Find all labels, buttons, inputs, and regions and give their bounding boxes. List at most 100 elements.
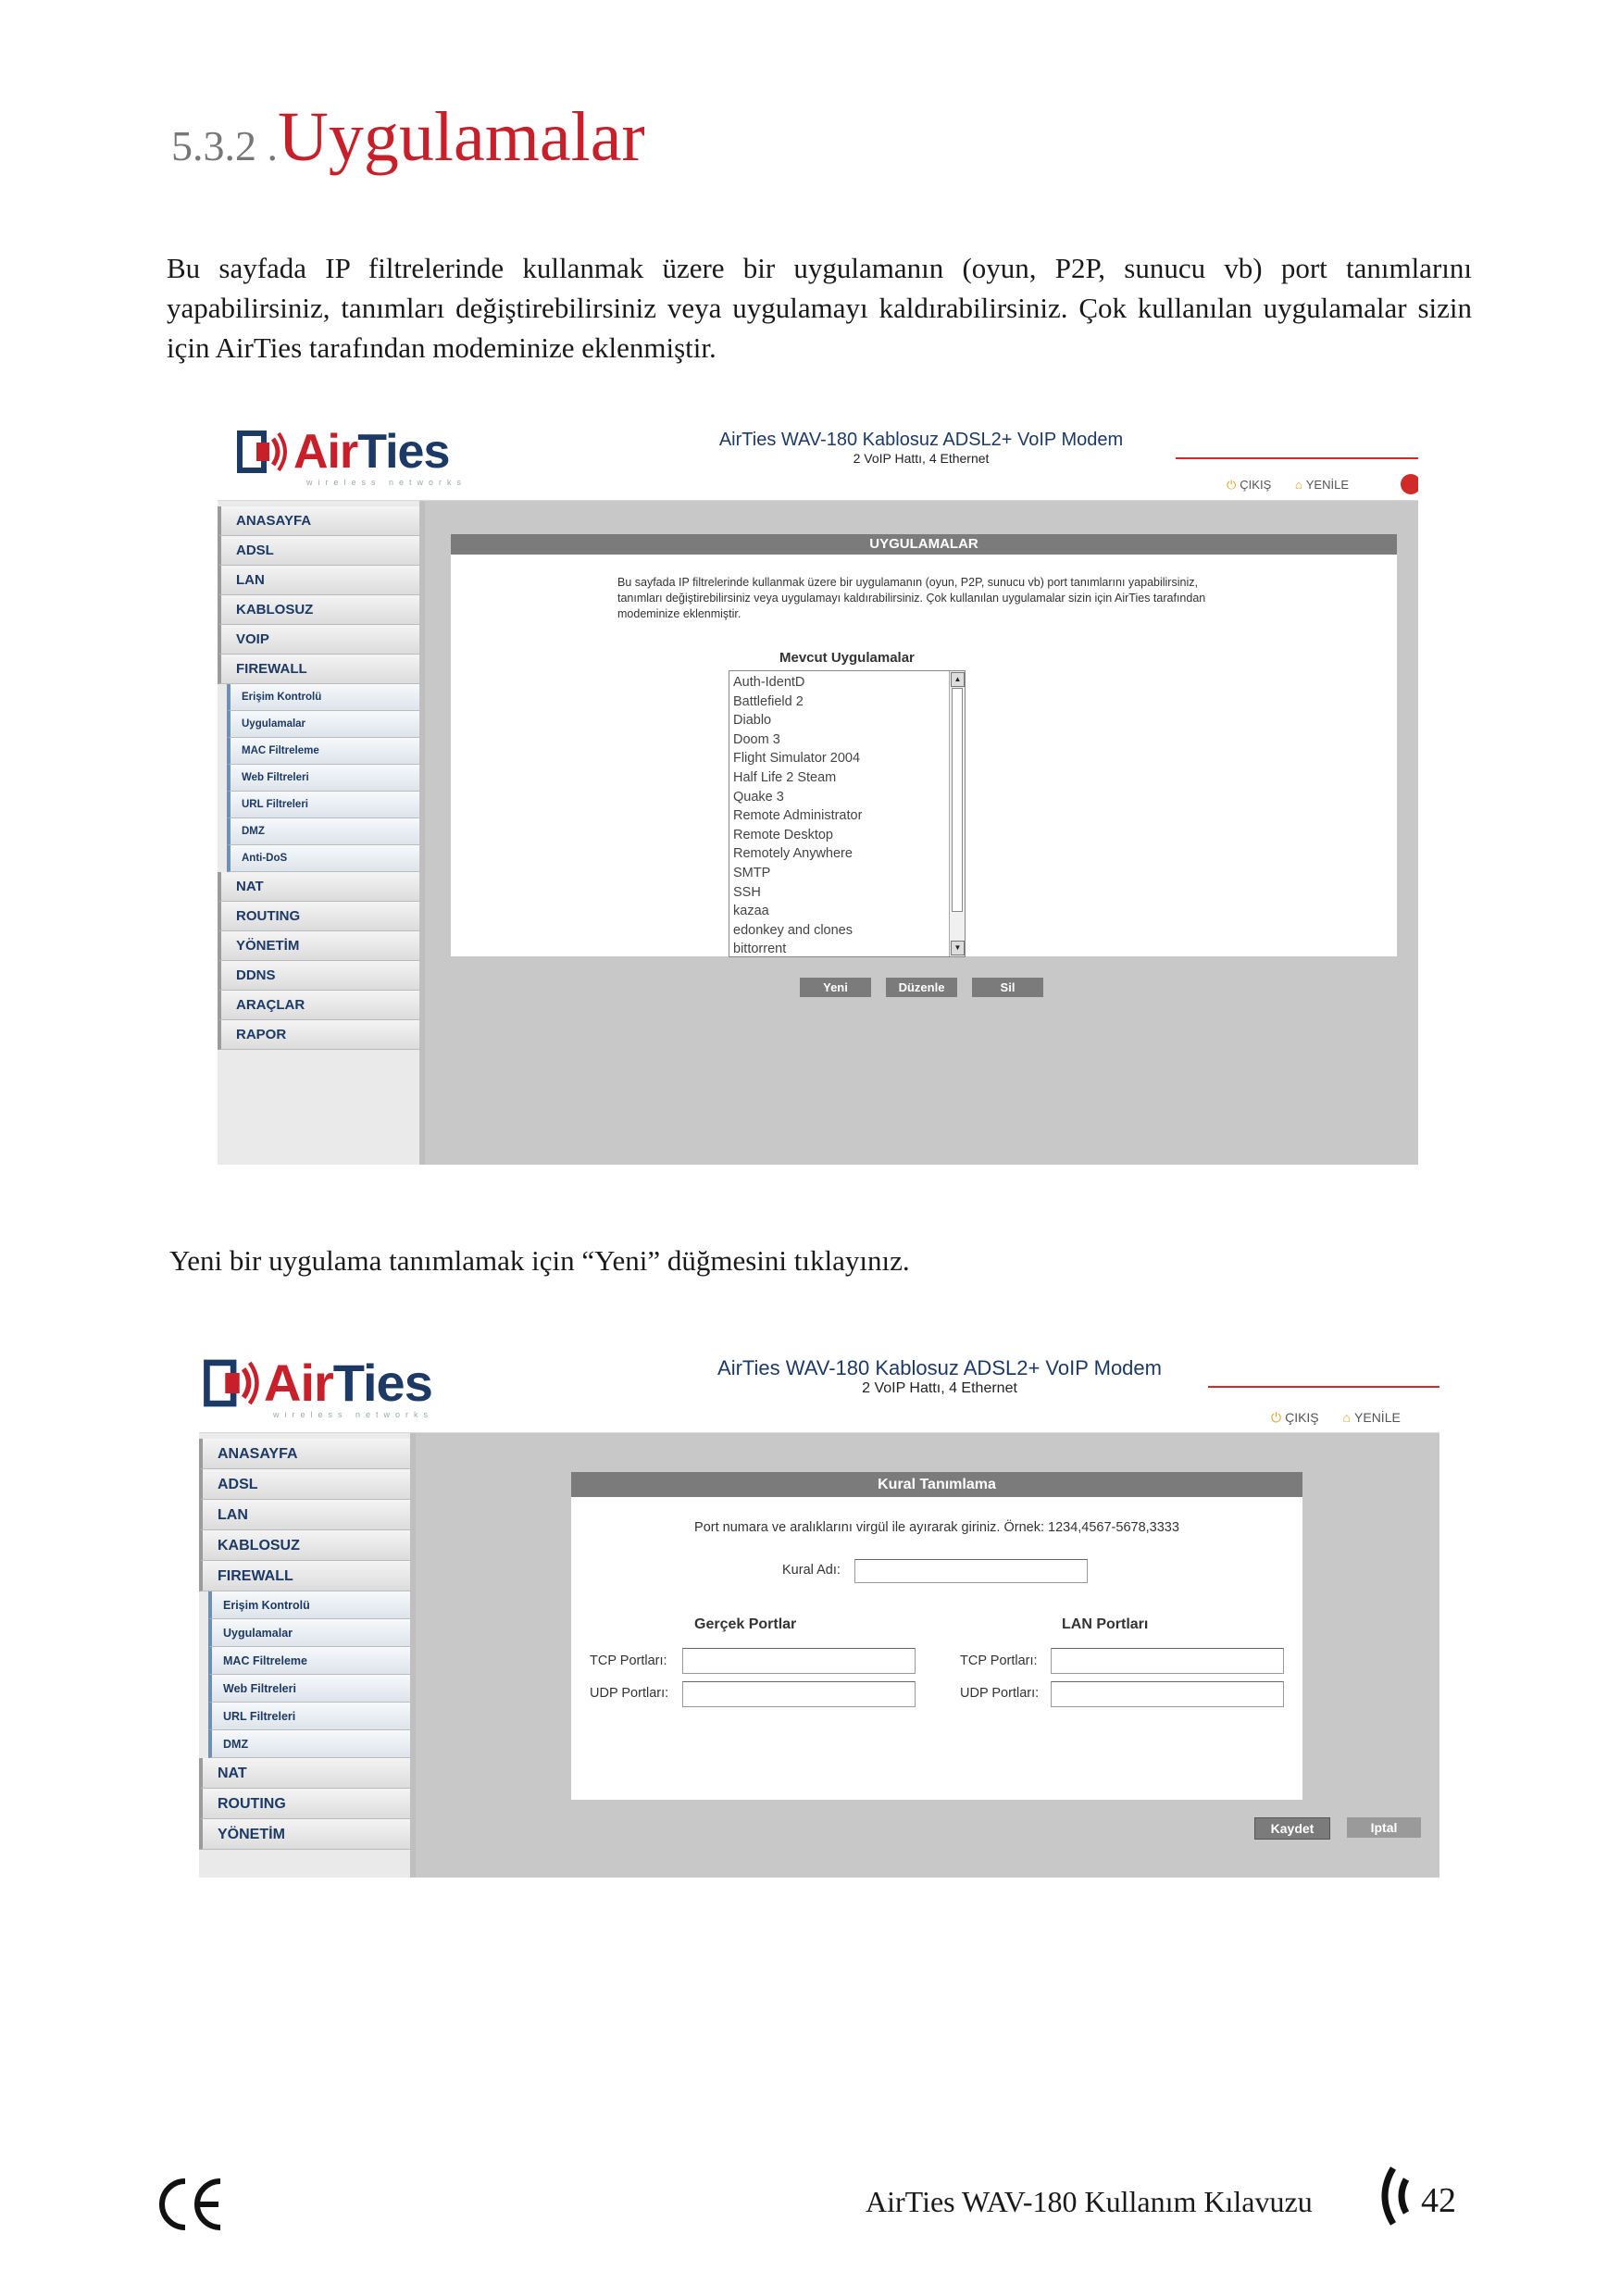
sidebar-item-ddns[interactable]: DDNS	[218, 961, 419, 991]
logo-tagline: wireless networks	[306, 478, 467, 487]
section-heading: 5.3.2 .Uygulamalar	[171, 97, 645, 178]
list-item[interactable]: SMTP	[733, 864, 961, 883]
wave-icon	[1381, 2166, 1410, 2226]
real-tcp-input[interactable]	[682, 1648, 916, 1674]
footer-title: AirTies WAV-180 Kullanım Kılavuzu	[866, 2185, 1313, 2218]
airties-logo: AirTies	[203, 1353, 433, 1413]
list-item[interactable]: Remote Administrator	[733, 806, 961, 826]
sidebar-item-web-filtreleri[interactable]: Web Filtreleri	[208, 1675, 410, 1703]
footer-logo	[1375, 2165, 1414, 2232]
real-ports-title: Gerçek Portlar	[694, 1616, 797, 1632]
lan-udp-label: UDP Portları:	[960, 1686, 1040, 1701]
header-links: ⏻ ÇIKIŞ ⌂ YENİLE	[1227, 478, 1349, 493]
list-item[interactable]: SSH	[733, 883, 961, 903]
sidebar-item-url-filtreleri[interactable]: URL Filtreleri	[227, 792, 419, 818]
sidebar-item-uygulamalar[interactable]: Uygulamalar	[208, 1619, 410, 1647]
lan-udp-input[interactable]	[1051, 1681, 1284, 1707]
list-item[interactable]: Remotely Anywhere	[733, 844, 961, 864]
list-item[interactable]: Quake 3	[733, 788, 961, 807]
airties-logo-icon	[237, 430, 287, 473]
logo-ties: Ties	[332, 1354, 433, 1412]
sidebar-item-routing[interactable]: ROUTING	[199, 1789, 410, 1819]
sidebar-item-kablosuz[interactable]: KABLOSUZ	[199, 1530, 410, 1561]
sidebar-item-voip[interactable]: VOIP	[218, 625, 419, 655]
save-button[interactable]: Kaydet	[1254, 1817, 1330, 1840]
list-item[interactable]: Auth-IdentD	[733, 673, 961, 693]
logout-icon: ⏻	[1271, 1410, 1282, 1425]
list-item[interactable]: Battlefield 2	[733, 693, 961, 712]
model-line1: AirTies WAV-180 Kablosuz ADSL2+ VoIP Mod…	[717, 1356, 1162, 1379]
logout-link[interactable]: ÇIKIŞ	[1240, 478, 1271, 492]
list-item[interactable]: edonkey and clones	[733, 921, 961, 941]
sidebar-item-adsl[interactable]: ADSL	[218, 536, 419, 566]
list-item[interactable]: Diablo	[733, 711, 961, 730]
delete-button[interactable]: Sil	[972, 978, 1043, 997]
sidebar-item-anasayfa[interactable]: ANASAYFA	[199, 1439, 410, 1469]
sidebar-item-uygulamalar[interactable]: Uygulamalar	[227, 711, 419, 738]
lan-tcp-label: TCP Portları:	[960, 1653, 1038, 1668]
list-item[interactable]: Half Life 2 Steam	[733, 768, 961, 788]
rule-name-input[interactable]	[854, 1559, 1088, 1583]
panel-title: Kural Tanımlama	[571, 1472, 1302, 1497]
model-title: AirTies WAV-180 Kablosuz ADSL2+ VoIP Mod…	[662, 430, 1180, 466]
logo-tagline: wireless networks	[273, 1410, 434, 1419]
cancel-button[interactable]: Iptal	[1347, 1817, 1421, 1838]
new-button[interactable]: Yeni	[800, 978, 871, 997]
rule-panel: Kural Tanımlama Port numara ve aralıklar…	[571, 1472, 1302, 1800]
sidebar-item-web-filtreleri[interactable]: Web Filtreleri	[227, 765, 419, 792]
sidebar-item-eri-im-kontrol-[interactable]: Erişim Kontrolü	[208, 1591, 410, 1619]
header-red-dot	[1401, 474, 1418, 494]
list-item[interactable]: kazaa	[733, 902, 961, 921]
sidebar-item-url-filtreleri[interactable]: URL Filtreleri	[208, 1703, 410, 1730]
sidebar-item-firewall[interactable]: FIREWALL	[218, 655, 419, 684]
sidebar-item-rapor[interactable]: RAPOR	[218, 1020, 419, 1050]
applications-listbox[interactable]: Auth-IdentD Battlefield 2 Diablo Doom 3 Flig…	[729, 670, 966, 957]
header: AirTies wireless networks AirTies WAV-18…	[199, 1336, 1439, 1433]
sidebar-item-adsl[interactable]: ADSL	[199, 1469, 410, 1500]
real-tcp-label: TCP Portları:	[590, 1653, 667, 1668]
screenshot-rule-definition: AirTies wireless networks AirTies WAV-18…	[199, 1336, 1439, 1878]
edit-button[interactable]: Düzenle	[886, 978, 957, 997]
real-udp-input[interactable]	[682, 1681, 916, 1707]
sidebar-item-nat[interactable]: NAT	[199, 1758, 410, 1789]
refresh-link[interactable]: YENİLE	[1354, 1410, 1401, 1425]
sidebar-item-lan[interactable]: LAN	[199, 1500, 410, 1530]
sidebar-item-mac-filtreleme[interactable]: MAC Filtreleme	[227, 738, 419, 765]
sidebar-item-eri-im-kontrol-[interactable]: Erişim Kontrolü	[227, 684, 419, 711]
sidebar: ANASAYFA ADSL LAN KABLOSUZ FIREWALL Erişim Ko…	[199, 1433, 416, 1878]
sidebar-item-kablosuz[interactable]: KABLOSUZ	[218, 595, 419, 625]
sidebar-nav: ANASAYFA ADSL LAN KABLOSUZ FIREWALL Erişim Ko…	[199, 1433, 410, 1850]
sidebar-item-nat[interactable]: NAT	[218, 872, 419, 902]
list-item[interactable]: bittorrent	[733, 940, 961, 959]
sidebar-nav: ANASAYFA ADSL LAN KABLOSUZ VOIP FIREWALL Erişi…	[218, 501, 419, 1050]
sidebar-item-y-neti-m[interactable]: YÖNETİM	[199, 1819, 410, 1850]
scroll-up-icon[interactable]: ▲	[951, 672, 965, 687]
sidebar-item-mac-filtreleme[interactable]: MAC Filtreleme	[208, 1647, 410, 1675]
scroll-thumb[interactable]	[952, 688, 963, 912]
sidebar-item-anasayfa[interactable]: ANASAYFA	[218, 506, 419, 536]
refresh-link[interactable]: YENİLE	[1306, 478, 1349, 492]
lan-ports-title: LAN Portları	[1062, 1616, 1149, 1632]
model-title: AirTies WAV-180 Kablosuz ADSL2+ VoIP Mod…	[671, 1356, 1208, 1397]
airties-logo: AirTies	[236, 424, 450, 480]
sidebar: ANASAYFA ADSL LAN KABLOSUZ VOIP FIREWALL Erişi…	[218, 501, 425, 1165]
sidebar-item-firewall[interactable]: FIREWALL	[199, 1561, 410, 1591]
lan-tcp-input[interactable]	[1051, 1648, 1284, 1674]
sidebar-item-ara-lar[interactable]: ARAÇLAR	[218, 991, 419, 1020]
sidebar-item-routing[interactable]: ROUTING	[218, 902, 419, 931]
sidebar-item-lan[interactable]: LAN	[218, 566, 419, 595]
panel-description: Port numara ve aralıklarını virgül ile a…	[694, 1520, 1179, 1535]
sidebar-item-dmz[interactable]: DMZ	[227, 818, 419, 845]
refresh-icon: ⌂	[1294, 478, 1302, 492]
sidebar-item-dmz[interactable]: DMZ	[208, 1730, 410, 1758]
ce-mark-icon	[159, 2178, 221, 2230]
sidebar-item-anti-dos[interactable]: Anti-DoS	[227, 845, 419, 872]
logout-link[interactable]: ÇIKIŞ	[1285, 1410, 1319, 1425]
list-item[interactable]: Remote Desktop	[733, 826, 961, 845]
list-item[interactable]: Flight Simulator 2004	[733, 749, 961, 768]
scroll-down-icon[interactable]: ▼	[951, 941, 965, 955]
sidebar-item-y-neti-m[interactable]: YÖNETİM	[218, 931, 419, 961]
list-item[interactable]: Doom 3	[733, 730, 961, 750]
screenshot-applications: AirTies wireless networks AirTies WAV-18…	[218, 407, 1418, 1165]
listbox-scrollbar[interactable]: ▲ ▼	[949, 671, 965, 956]
